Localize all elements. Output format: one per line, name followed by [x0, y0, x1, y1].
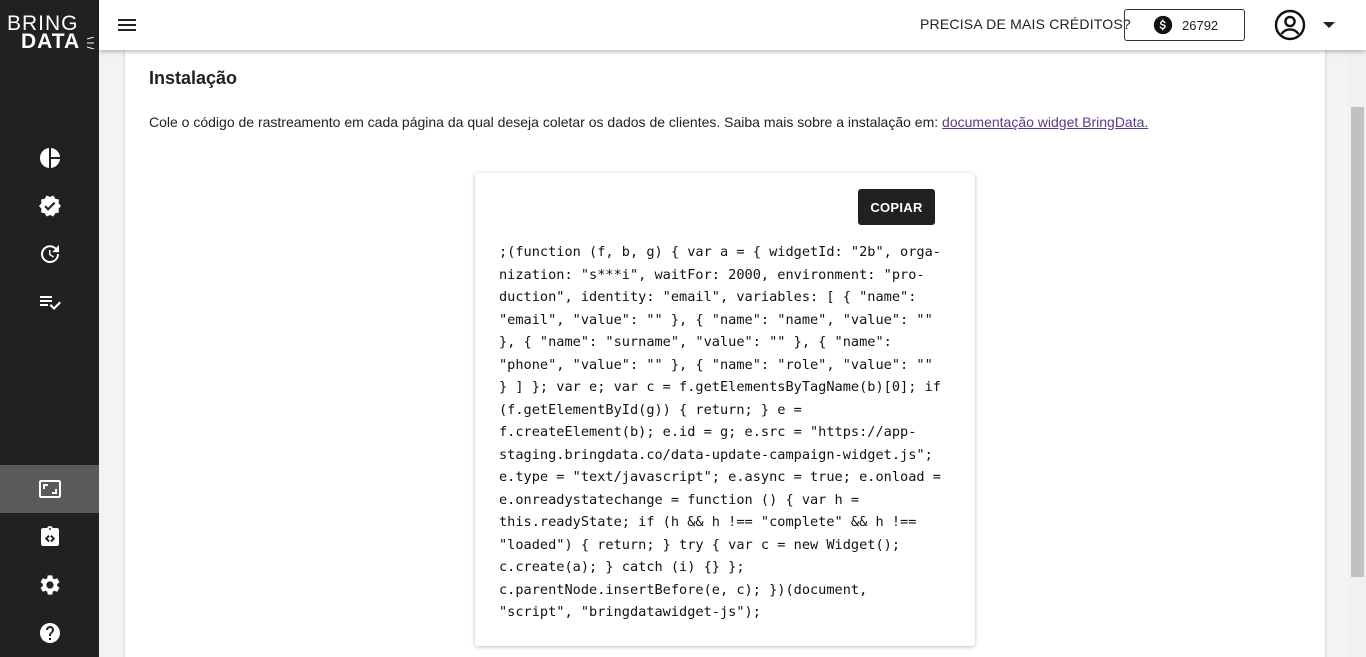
credits-balance-button[interactable]: 26792 — [1124, 9, 1245, 41]
code-clipboard-icon — [40, 526, 59, 546]
sidebar-item-integration[interactable] — [0, 513, 99, 561]
code-line: e.onreadystatechange = function () { var… — [499, 491, 860, 508]
description-text: Cole o código de rastreamento em cada pá… — [149, 114, 943, 130]
code-line: "phone", "value": "" }, { "name": "role"… — [499, 356, 933, 373]
tracking-code-block[interactable]: ;(function (f, b, g) { var a = { widgetI… — [499, 241, 954, 624]
gear-icon — [40, 575, 59, 595]
code-line: } ] }; var e; var c = f.getElementsByTag… — [499, 379, 941, 395]
sidebar-item-dashboard[interactable] — [0, 134, 99, 182]
menu-toggle-button[interactable] — [115, 13, 139, 37]
chevron-down-icon[interactable] — [1322, 20, 1336, 30]
tracking-code-panel: COPIAR ;(function (f, b, g) { var a = { … — [475, 173, 975, 646]
sidebar: BRING DATA — [0, 0, 99, 657]
update-history-icon — [40, 245, 59, 263]
credits-amount: 26792 — [1182, 18, 1219, 33]
code-line: e.type = "text/javascript"; e.async = tr… — [499, 469, 941, 485]
installation-description: Cole o código de rastreamento em cada pá… — [149, 114, 1148, 130]
code-line: "loaded") { return; } try { var c = new … — [499, 536, 901, 553]
brand-logo-line2: DATA — [21, 30, 81, 53]
logo-ticks-icon — [87, 37, 95, 49]
verified-badge-icon — [38, 195, 61, 217]
copy-button[interactable]: COPIAR — [858, 189, 935, 225]
code-line: f.createElement(b); e.id = g; e.src = "h… — [499, 424, 917, 440]
dollar-coin-icon — [1153, 15, 1173, 35]
code-line: "script", "bringdatawidget-js"); — [499, 604, 761, 620]
code-line: duction", identity: "email", variables: … — [499, 289, 917, 305]
sidebar-item-settings[interactable] — [0, 561, 99, 609]
documentation-link[interactable]: documentação widget BringData. — [942, 114, 1148, 130]
pie-chart-icon — [39, 148, 60, 168]
page-title: Instalação — [149, 68, 238, 88]
aspect-ratio-icon — [38, 480, 61, 498]
sidebar-item-help[interactable] — [0, 609, 99, 657]
user-account-button[interactable] — [1274, 9, 1306, 41]
code-line: staging.bringdata.co/data-update-campaig… — [499, 446, 933, 463]
sidebar-item-history[interactable] — [0, 230, 99, 278]
playlist-check-icon — [39, 296, 61, 310]
code-line: }, { "name": "surname", "value": "" }, {… — [499, 334, 892, 350]
code-line: c.create(a); } catch (i) {} }; — [499, 559, 745, 575]
account-circle-icon — [1274, 9, 1306, 41]
code-line: ;(function (f, b, g) { var a = { widgetI… — [499, 244, 941, 260]
code-line: nization: "s***i", waitFor: 2000, enviro… — [499, 266, 925, 283]
code-line: "email", "value": "" }, { "name": "name"… — [499, 311, 933, 328]
installation-card: Instalação Cole o código de rastreamento… — [125, 40, 1325, 657]
code-line: c.parentNode.insertBefore(e, c); })(docu… — [499, 581, 868, 598]
brand-logo[interactable]: BRING DATA — [7, 13, 95, 53]
top-bar: PRECISA DE MAIS CRÉDITOS? 26792 — [99, 0, 1366, 50]
sidebar-item-lists[interactable] — [0, 278, 99, 326]
hamburger-menu-icon — [118, 19, 136, 31]
code-line: this.readyState; if (h && h !== "complet… — [499, 514, 917, 530]
sidebar-item-verified[interactable] — [0, 182, 99, 230]
help-icon — [39, 623, 60, 643]
sidebar-item-widget[interactable] — [0, 465, 99, 513]
credits-question[interactable]: PRECISA DE MAIS CRÉDITOS? — [920, 16, 1131, 32]
vertical-scrollbar-thumb[interactable] — [1351, 107, 1364, 577]
code-line: (f.getElementById(g)) { return; } e = — [499, 401, 802, 418]
